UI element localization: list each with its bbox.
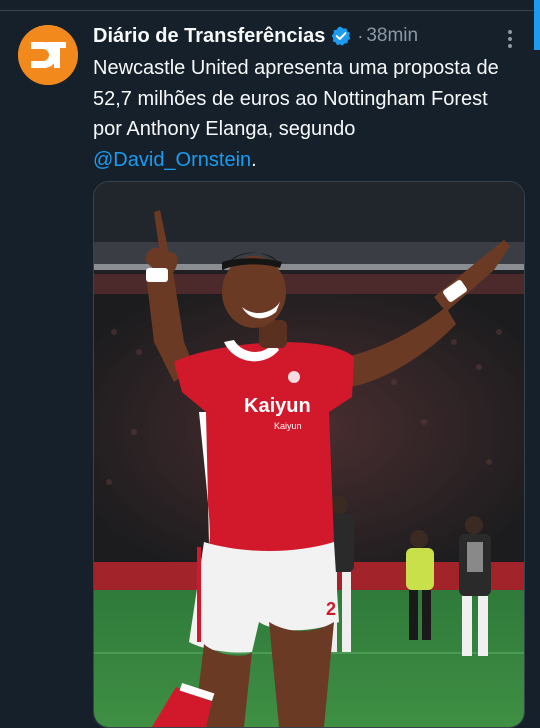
tweet-body-end: . bbox=[251, 148, 257, 171]
mention-link[interactable]: @David_Ornstein bbox=[93, 149, 251, 171]
player-celebration-photo: Kaiyun Kaiyun 2 bbox=[94, 182, 524, 727]
author-avatar[interactable] bbox=[18, 25, 78, 85]
tweet-timestamp[interactable]: 38min bbox=[366, 25, 418, 47]
author-name[interactable]: Diário de Transferências bbox=[93, 25, 325, 48]
scroll-accent bbox=[534, 0, 540, 50]
svg-text:2: 2 bbox=[326, 599, 336, 619]
top-divider bbox=[0, 0, 540, 11]
separator-dot: · bbox=[357, 25, 364, 46]
tweet-media-photo[interactable]: Kaiyun Kaiyun 2 bbox=[93, 181, 525, 728]
verified-badge-icon bbox=[331, 26, 351, 46]
more-dots-icon bbox=[508, 30, 512, 48]
sponsor-sub-text: Kaiyun bbox=[274, 421, 302, 431]
sponsor-logo-text: Kaiyun bbox=[244, 395, 311, 417]
tweet-header: Diário de Transferências · 38min bbox=[93, 22, 418, 50]
more-options-button[interactable] bbox=[498, 26, 522, 52]
tweet-body-text: Newcastle United apresenta uma proposta … bbox=[93, 57, 499, 140]
tweet-text: Newcastle United apresenta uma proposta … bbox=[93, 53, 518, 175]
dt-logo-icon bbox=[18, 25, 78, 85]
